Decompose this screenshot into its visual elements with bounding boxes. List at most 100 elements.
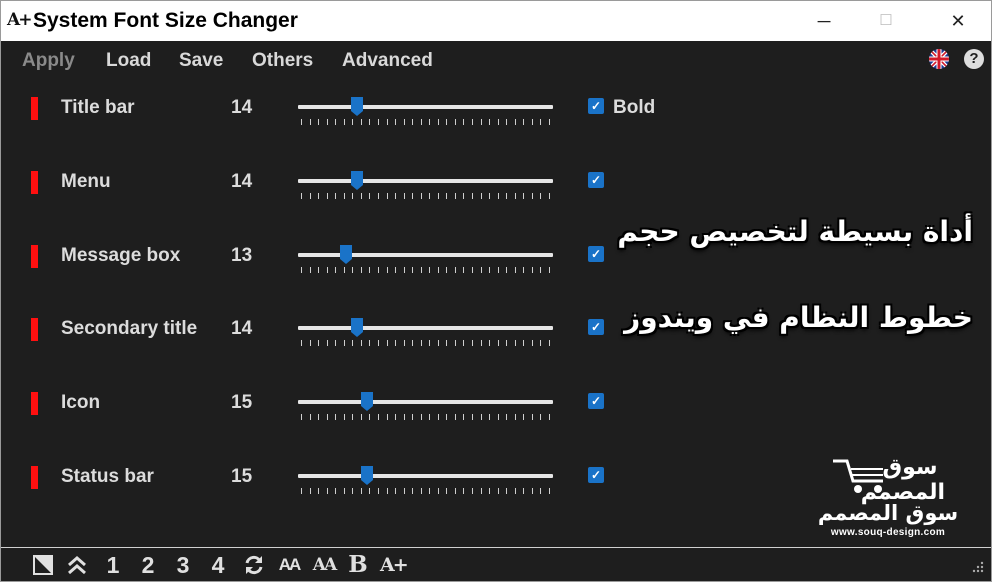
- slider-tick: [395, 414, 397, 420]
- slider-tick: [506, 193, 508, 199]
- preset-3-button[interactable]: 3: [172, 551, 194, 579]
- slider-tick: [472, 488, 474, 494]
- menu-load[interactable]: Load: [106, 50, 151, 72]
- setting-label: Secondary title: [61, 318, 198, 339]
- font-style-b-button[interactable]: AA: [311, 551, 337, 579]
- menu-advanced[interactable]: Advanced: [342, 50, 433, 72]
- slider-tick: [489, 414, 491, 420]
- uk-flag-icon[interactable]: [929, 49, 949, 69]
- preset-1-button[interactable]: 1: [102, 551, 124, 579]
- slider-track[interactable]: [298, 253, 553, 257]
- slider-tick: [326, 193, 328, 199]
- window-title: System Font Size Changer: [33, 9, 298, 32]
- size-slider[interactable]: [298, 310, 554, 350]
- slider-tick: [412, 340, 414, 346]
- slider-tick: [497, 340, 499, 346]
- setting-row-icon: Icon 15 ✓: [1, 384, 991, 424]
- slider-tick: [412, 414, 414, 420]
- slider-thumb[interactable]: [360, 465, 374, 486]
- size-slider[interactable]: [298, 384, 554, 424]
- slider-tick: [437, 340, 439, 346]
- double-chevron-up-icon[interactable]: [65, 551, 89, 579]
- slider-thumb[interactable]: [350, 96, 364, 117]
- slider-track[interactable]: [298, 326, 553, 330]
- slider-tick: [472, 267, 474, 273]
- preset-4-button[interactable]: 4: [207, 551, 229, 579]
- setting-label: Status bar: [61, 466, 154, 487]
- increase-font-button[interactable]: A+: [380, 551, 409, 579]
- slider-track[interactable]: [298, 179, 553, 183]
- bold-checkbox[interactable]: ✓: [588, 319, 604, 335]
- preset-2-button[interactable]: 2: [137, 551, 159, 579]
- slider-tick: [489, 340, 491, 346]
- close-button[interactable]: ✕: [935, 1, 981, 41]
- font-style-a-button[interactable]: AA: [276, 551, 302, 579]
- slider-tick: [420, 193, 422, 199]
- bold-checkbox[interactable]: ✓: [588, 172, 604, 188]
- slider-tick: [352, 340, 354, 346]
- menu-apply[interactable]: Apply: [22, 50, 75, 72]
- slider-tick: [301, 488, 302, 494]
- size-slider[interactable]: [298, 237, 554, 277]
- slider-tick: [497, 119, 499, 125]
- title-bar[interactable]: A+ System Font Size Changer ─ ☐ ✕: [1, 1, 991, 41]
- slider-tick: [446, 340, 448, 346]
- slider-tick: [514, 193, 516, 199]
- slider-tick: [420, 414, 422, 420]
- size-slider[interactable]: [298, 458, 554, 498]
- row-marker: [31, 97, 38, 120]
- slider-tick: [326, 267, 328, 273]
- refresh-icon[interactable]: [242, 551, 266, 579]
- row-marker: [31, 171, 38, 194]
- slider-tick: [412, 267, 414, 273]
- setting-value: 14: [231, 171, 253, 192]
- slider-tick: [531, 193, 533, 199]
- slider-thumb[interactable]: [360, 391, 374, 412]
- slider-tick: [369, 267, 371, 273]
- slider-track[interactable]: [298, 105, 553, 109]
- bold-checkbox[interactable]: ✓: [588, 246, 604, 262]
- slider-tick: [335, 414, 337, 420]
- slider-tick: [403, 267, 405, 273]
- slider-tick: [343, 340, 345, 346]
- bold-checkbox-label[interactable]: Bold: [613, 97, 655, 119]
- slider-tick: [352, 488, 354, 494]
- maximize-button[interactable]: ☐: [863, 1, 909, 41]
- slider-tick: [472, 414, 474, 420]
- menu-others[interactable]: Others: [252, 50, 313, 72]
- slider-ticks: [301, 119, 551, 125]
- resize-grip-icon[interactable]: [969, 559, 985, 575]
- minimize-button[interactable]: ─: [801, 1, 847, 41]
- slider-track[interactable]: [298, 400, 553, 404]
- slider-thumb[interactable]: [339, 244, 353, 265]
- slider-tick: [446, 193, 448, 199]
- bold-toggle-button[interactable]: B: [346, 551, 370, 579]
- bold-checkbox[interactable]: ✓: [588, 467, 604, 483]
- slider-tick: [514, 119, 516, 125]
- slider-ticks: [301, 340, 551, 346]
- slider-ticks: [301, 193, 551, 199]
- help-icon[interactable]: ?: [964, 49, 984, 69]
- menu-save[interactable]: Save: [179, 50, 223, 72]
- bold-checkbox[interactable]: ✓: [588, 98, 604, 114]
- slider-tick: [377, 340, 379, 346]
- size-slider[interactable]: [298, 89, 554, 129]
- slider-tick: [326, 340, 328, 346]
- bold-checkbox[interactable]: ✓: [588, 393, 604, 409]
- setting-value: 14: [231, 318, 253, 339]
- slider-tick: [352, 267, 354, 273]
- setting-label: Icon: [61, 392, 101, 413]
- setting-row-title-bar: Title bar 14 ✓ Bold: [1, 89, 991, 129]
- slider-tick: [429, 414, 431, 420]
- slider-track[interactable]: [298, 474, 553, 478]
- slider-thumb[interactable]: [350, 317, 364, 338]
- slider-tick: [377, 119, 379, 125]
- slider-tick: [549, 414, 550, 420]
- slider-thumb[interactable]: [350, 170, 364, 191]
- slider-tick: [506, 340, 508, 346]
- row-marker: [31, 318, 38, 341]
- contrast-icon[interactable]: [31, 551, 55, 579]
- slider-tick: [395, 267, 397, 273]
- size-slider[interactable]: [298, 163, 554, 203]
- bottom-toolbar: 1 2 3 4 AA AA B A+: [1, 547, 991, 581]
